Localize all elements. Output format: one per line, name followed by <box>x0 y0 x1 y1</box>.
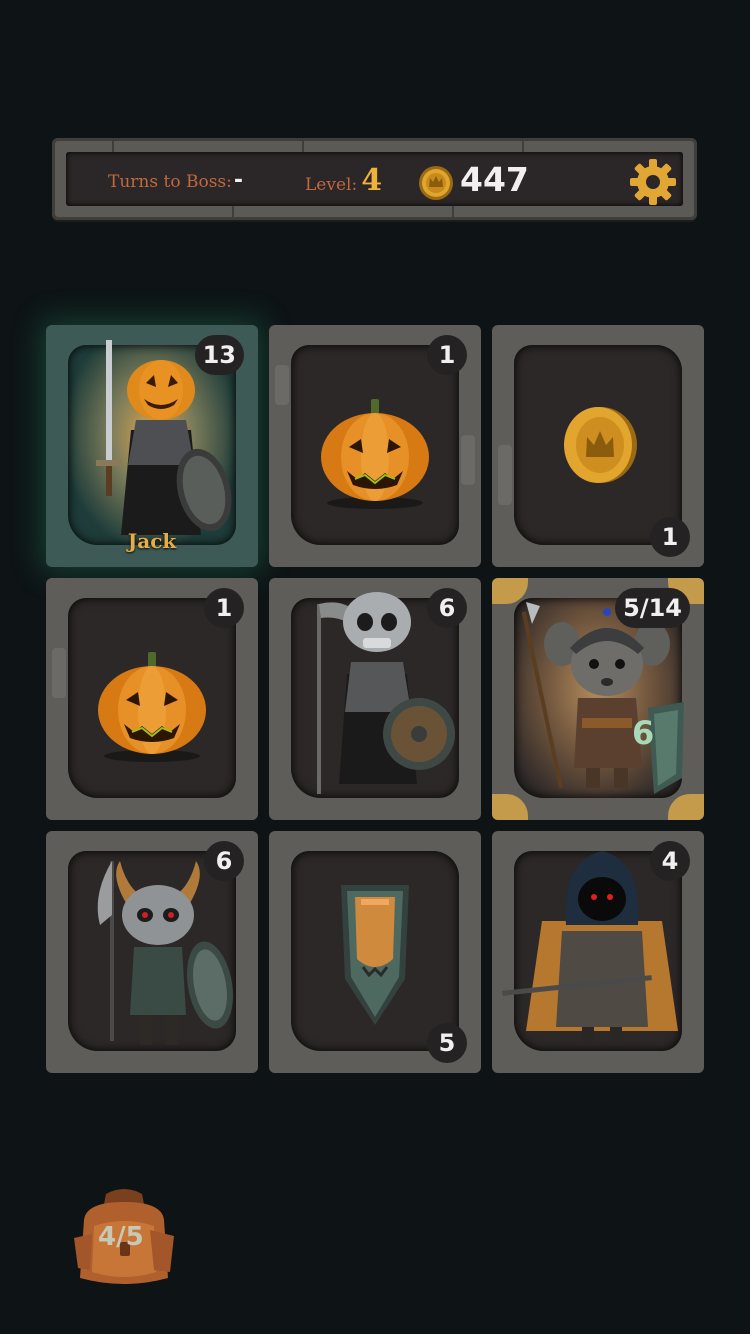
level-label: Level: <box>305 175 358 195</box>
card-value-badge: 13 <box>194 335 244 375</box>
card-enemy-mouse-guard[interactable]: 5/14 6 <box>492 578 704 820</box>
card-enemy-horned-skeleton[interactable]: 6 <box>46 831 258 1073</box>
horned-skeleton-icon <box>70 855 240 1055</box>
card-value-badge: 1 <box>427 335 467 375</box>
hooded-rogue-icon <box>502 851 692 1051</box>
backpack-capacity: 4/5 <box>98 1222 144 1252</box>
card-pumpkin[interactable]: 1 <box>46 578 258 820</box>
turns-to-boss-label: Turns to Boss: <box>108 172 232 192</box>
card-shield[interactable]: 5 <box>269 831 481 1073</box>
mouse-spearman-icon <box>518 598 688 798</box>
card-value-badge: 4 <box>650 841 690 881</box>
gold-coin-icon <box>418 165 454 201</box>
level-value: 4 <box>361 163 383 198</box>
gold-coin-icon <box>558 403 640 487</box>
level-indicator: Level: 4 <box>305 163 382 198</box>
turns-to-boss-value: - <box>233 168 244 193</box>
pumpkin-icon <box>317 395 433 511</box>
card-enemy-skeleton-reaper[interactable]: 6 <box>269 578 481 820</box>
card-hero-jack[interactable]: 13 Jack <box>46 325 258 567</box>
card-enemy-hooded-rogue[interactable]: 4 <box>492 831 704 1073</box>
pumpkin-icon <box>94 648 210 764</box>
gold-counter: 447 <box>460 160 529 199</box>
shield-value: 6 <box>632 714 655 752</box>
card-value-badge: 1 <box>650 517 690 557</box>
gear-icon[interactable] <box>628 157 678 207</box>
card-pumpkin[interactable]: 1 <box>269 325 481 567</box>
card-value-badge: 6 <box>427 588 467 628</box>
card-value-badge: 5 <box>427 1023 467 1063</box>
card-value-badge: 1 <box>204 588 244 628</box>
shield-icon <box>335 879 415 1029</box>
card-value-badge: 6 <box>204 841 244 881</box>
card-health-badge: 5/14 <box>615 588 690 628</box>
turns-to-boss: Turns to Boss:- <box>108 168 243 193</box>
hero-name: Jack <box>127 529 177 553</box>
card-gold-coin[interactable]: 1 <box>492 325 704 567</box>
